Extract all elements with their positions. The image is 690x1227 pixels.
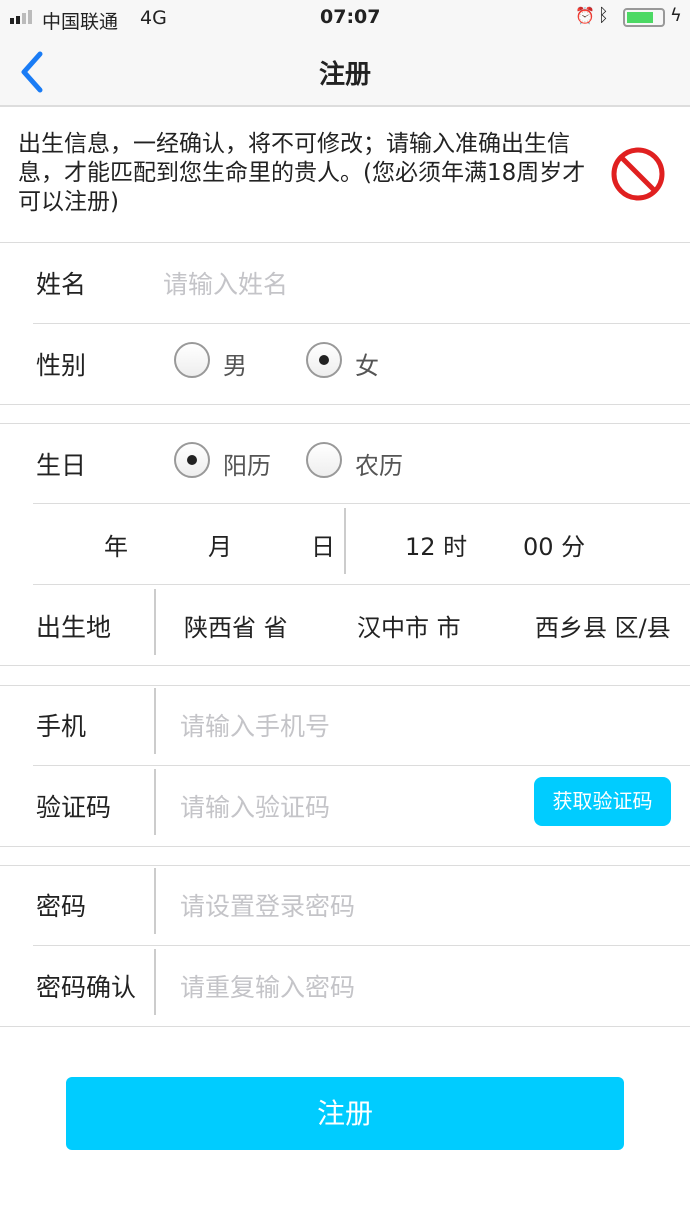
carrier: 中国联通 — [42, 11, 119, 33]
get-code-button[interactable]: 获取验证码 — [534, 777, 671, 826]
gender-female-label[interactable]: 女 — [355, 346, 379, 381]
name-label: 姓名 — [36, 270, 87, 299]
gender-label: 性别 — [36, 351, 87, 380]
signal-icon — [10, 10, 38, 24]
divider — [33, 503, 690, 504]
clock: 07:07 — [320, 6, 381, 28]
name-input[interactable]: 请输入姓名 — [163, 265, 663, 301]
divider — [33, 765, 690, 766]
network-type: 4G — [140, 7, 167, 29]
notice-text: 出生信息，一经确认，将不可修改；请输入准确出生信息，才能匹配到您生命里的贵人。(… — [18, 131, 586, 215]
charging-icon: ϟ — [670, 5, 682, 26]
divider — [0, 404, 690, 405]
divider — [0, 1026, 690, 1027]
divider — [0, 846, 690, 847]
lunar-calendar-label[interactable]: 农历 — [355, 446, 403, 481]
divider — [344, 508, 346, 574]
province-picker[interactable]: 陕西省 省 — [184, 608, 288, 643]
birthday-label: 生日 — [36, 451, 87, 480]
password-label: 密码 — [36, 892, 87, 921]
divider — [154, 769, 156, 835]
gender-male-label[interactable]: 男 — [223, 346, 247, 381]
alarm-icon: ⏰ — [575, 6, 595, 25]
day-picker[interactable]: 日 — [311, 527, 335, 562]
battery-icon — [623, 8, 665, 27]
code-label: 验证码 — [36, 793, 112, 822]
bluetooth-icon: ᛒ — [598, 5, 609, 26]
divider — [0, 423, 690, 424]
county-picker[interactable]: 西乡县 区/县 — [535, 608, 671, 643]
code-input[interactable]: 请输入验证码 — [180, 788, 520, 824]
divider — [154, 868, 156, 934]
hour-picker[interactable]: 12 时 — [405, 527, 467, 562]
divider — [0, 685, 690, 686]
lunar-calendar-radio[interactable] — [306, 442, 342, 478]
password-input[interactable]: 请设置登录密码 — [180, 887, 660, 923]
status-bar: 中国联通 4G 07:07 ⏰ ᛒ ϟ — [0, 0, 690, 36]
confirm-password-input[interactable]: 请重复输入密码 — [180, 968, 660, 1004]
confirm-password-label: 密码确认 — [36, 973, 137, 1002]
city-picker[interactable]: 汉中市 市 — [357, 608, 461, 643]
divider — [154, 949, 156, 1015]
divider — [0, 865, 690, 866]
minute-picker[interactable]: 00 分 — [523, 527, 585, 562]
prohibited-icon — [611, 147, 665, 201]
gender-male-radio[interactable] — [174, 342, 210, 378]
divider — [33, 584, 690, 585]
phone-input[interactable]: 请输入手机号 — [180, 707, 660, 743]
register-button[interactable]: 注册 — [66, 1077, 624, 1150]
phone-label: 手机 — [36, 712, 87, 741]
divider — [0, 242, 690, 243]
nav-bar: 注册 — [0, 36, 690, 107]
page-title: 注册 — [318, 60, 371, 90]
solar-calendar-radio[interactable] — [174, 442, 210, 478]
month-picker[interactable]: 月 — [208, 527, 232, 562]
gender-female-radio[interactable] — [306, 342, 342, 378]
divider — [33, 323, 690, 324]
birthplace-label: 出生地 — [36, 613, 112, 642]
solar-calendar-label[interactable]: 阳历 — [223, 446, 271, 481]
divider — [154, 688, 156, 754]
divider — [33, 945, 690, 946]
divider — [154, 589, 156, 655]
year-picker[interactable]: 年 — [104, 527, 128, 562]
divider — [0, 665, 690, 666]
